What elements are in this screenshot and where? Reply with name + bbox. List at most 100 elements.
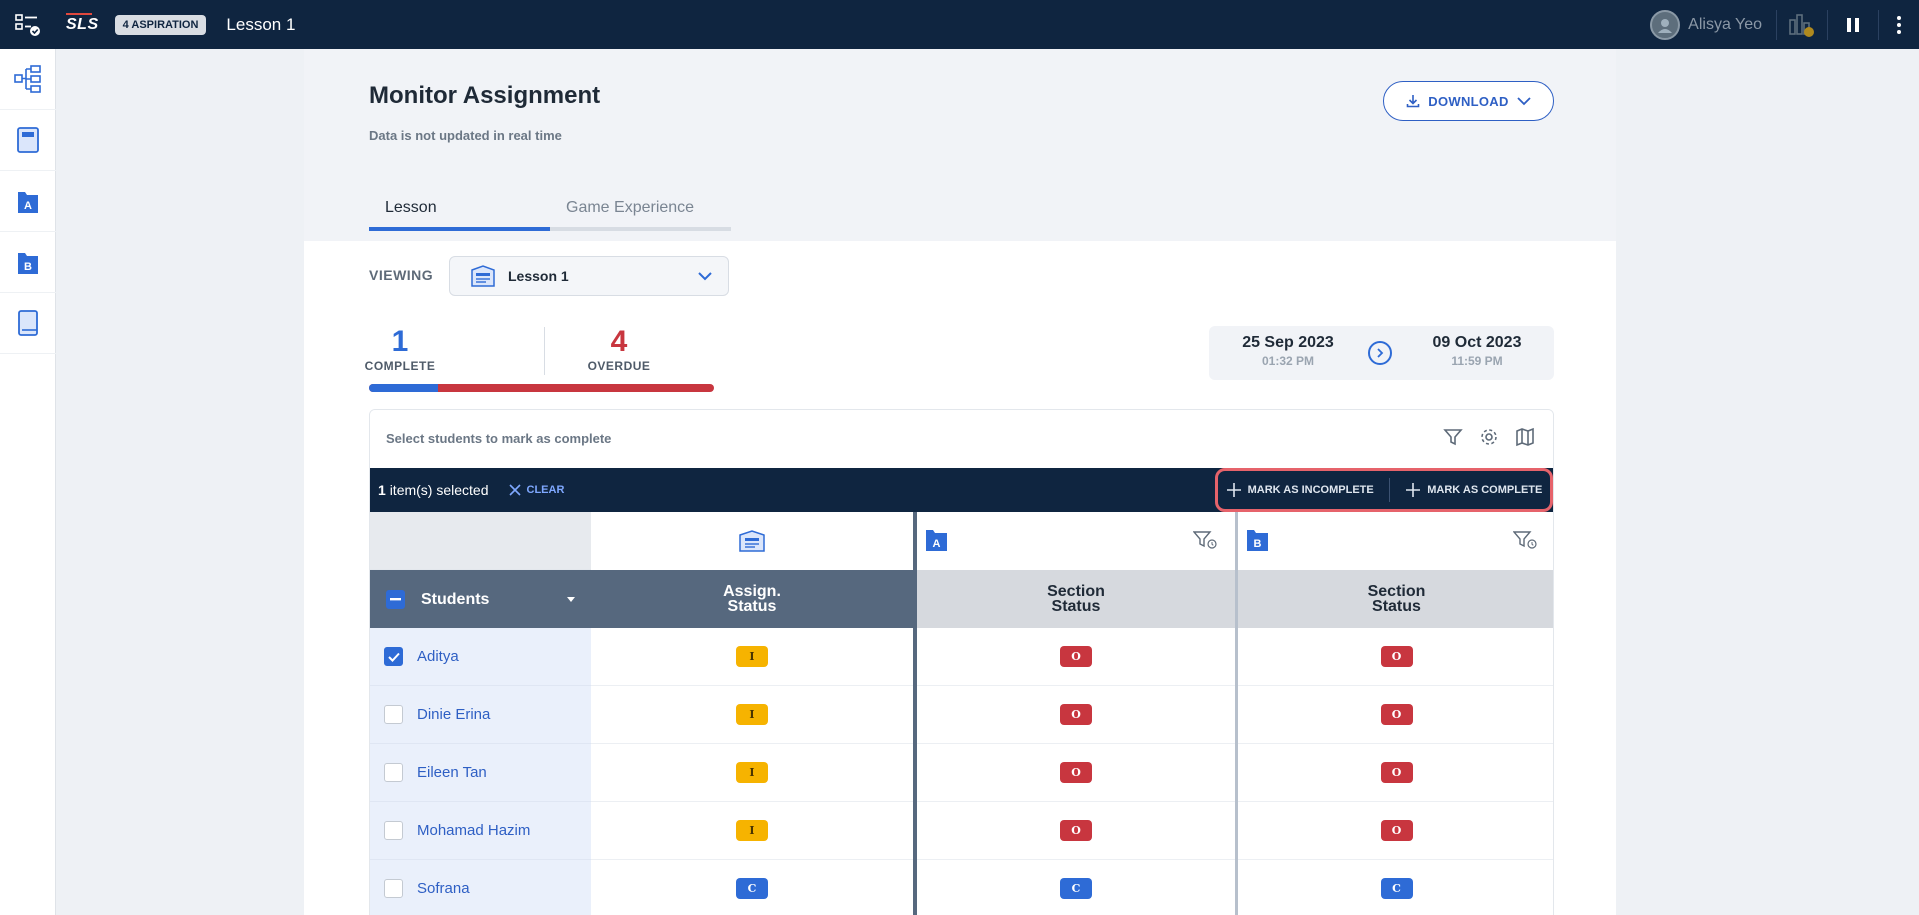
mark-incomplete-button[interactable]: MARK AS INCOMPLETE bbox=[1226, 482, 1374, 498]
status-cell: O bbox=[917, 686, 1235, 744]
status-badge[interactable]: O bbox=[1380, 704, 1413, 725]
status-badge[interactable]: O bbox=[1380, 762, 1413, 783]
map-icon[interactable] bbox=[1515, 427, 1535, 447]
svg-text:A: A bbox=[24, 200, 32, 212]
table-row[interactable]: Aditya bbox=[370, 628, 591, 686]
tab-game-experience[interactable]: Game Experience bbox=[550, 189, 731, 231]
status-cell: O bbox=[917, 802, 1235, 860]
status-badge[interactable]: I bbox=[736, 646, 768, 667]
row-checkbox[interactable] bbox=[384, 821, 403, 840]
status-cell: C bbox=[1238, 860, 1553, 915]
status-badge[interactable]: C bbox=[1060, 878, 1092, 899]
status-badge[interactable]: I bbox=[736, 704, 768, 725]
date-range: 25 Sep 2023 01:32 PM 09 Oct 2023 11:59 P… bbox=[1209, 326, 1554, 380]
viewing-select[interactable]: Lesson 1 bbox=[449, 256, 729, 296]
svg-text:A: A bbox=[933, 538, 941, 550]
table-row[interactable]: Mohamad Hazim bbox=[370, 802, 591, 860]
sidebar-item-section-b[interactable]: B bbox=[0, 232, 56, 293]
status-cell: O bbox=[1238, 744, 1553, 802]
status-cell: C bbox=[917, 860, 1235, 915]
student-name[interactable]: Dinie Erina bbox=[417, 706, 490, 723]
row-checkbox[interactable] bbox=[384, 879, 403, 898]
filter-icon[interactable] bbox=[1193, 530, 1217, 550]
overdue-stat: 4 OVERDUE bbox=[554, 325, 684, 373]
task-list-icon[interactable] bbox=[0, 0, 56, 49]
download-button[interactable]: DOWNLOAD bbox=[1383, 81, 1554, 121]
select-all-checkbox[interactable] bbox=[386, 589, 405, 609]
filter-icon[interactable] bbox=[1443, 427, 1463, 447]
table-row[interactable]: Eileen Tan bbox=[370, 744, 591, 802]
gear-icon[interactable] bbox=[1479, 427, 1499, 447]
more-options-icon[interactable] bbox=[1879, 0, 1919, 49]
sort-down-icon[interactable] bbox=[567, 597, 575, 603]
end-time-value: 11:59 PM bbox=[1451, 354, 1503, 368]
arrow-right-icon bbox=[1368, 341, 1392, 365]
section-a-status-header[interactable]: Section Status bbox=[917, 570, 1235, 628]
status-badge[interactable]: O bbox=[1380, 646, 1413, 667]
section-a-icon-row: A bbox=[917, 512, 1235, 570]
status-cell: O bbox=[1238, 628, 1553, 686]
status-badge[interactable]: O bbox=[1060, 762, 1092, 783]
row-checkbox[interactable] bbox=[384, 647, 403, 666]
student-name[interactable]: Aditya bbox=[417, 648, 459, 665]
status-badge[interactable]: C bbox=[736, 878, 768, 899]
status-badge[interactable]: O bbox=[1380, 820, 1413, 841]
students-header[interactable]: Students bbox=[370, 570, 591, 628]
table-row[interactable]: Dinie Erina bbox=[370, 686, 591, 744]
close-icon bbox=[508, 484, 521, 496]
user-name[interactable]: Alisya Yeo bbox=[1688, 16, 1762, 34]
sidebar-item-notebook[interactable] bbox=[0, 110, 56, 171]
completion-progress-bar bbox=[369, 384, 714, 392]
student-name[interactable]: Eileen Tan bbox=[417, 764, 487, 781]
chevron-down-icon bbox=[698, 272, 712, 281]
panel-header: Monitor Assignment Data is not updated i… bbox=[304, 49, 1616, 241]
mark-complete-button[interactable]: MARK AS COMPLETE bbox=[1405, 482, 1542, 498]
status-cell: I bbox=[591, 744, 913, 802]
top-bar: SLS 4 ASPIRATION Lesson 1 Alisya Yeo bbox=[0, 0, 1919, 49]
status-badge[interactable]: C bbox=[1380, 878, 1413, 899]
status-badge[interactable]: I bbox=[736, 820, 768, 841]
section-b-status-header[interactable]: Section Status bbox=[1238, 570, 1553, 628]
table-row[interactable]: Sofrana bbox=[370, 860, 591, 915]
sls-logo[interactable]: SLS bbox=[66, 12, 99, 34]
selection-bar: 1 item(s) selected CLEAR MARK AS INCOMPL… bbox=[370, 468, 1553, 512]
filter-icon[interactable] bbox=[1513, 530, 1537, 550]
student-name[interactable]: Sofrana bbox=[417, 880, 470, 897]
viewing-label: VIEWING bbox=[369, 267, 434, 283]
status-badge[interactable]: I bbox=[736, 762, 768, 783]
sidebar-item-section-a[interactable]: A bbox=[0, 171, 56, 232]
completion-progress-fill bbox=[369, 384, 438, 392]
section-a-column: A Section Status O O O O C bbox=[917, 512, 1235, 915]
divider bbox=[1388, 478, 1390, 502]
overdue-count: 4 bbox=[610, 325, 628, 358]
students-header-label: Students bbox=[421, 590, 490, 608]
pause-icon[interactable] bbox=[1828, 0, 1878, 49]
end-date-value: 09 Oct 2023 bbox=[1432, 334, 1522, 351]
student-name[interactable]: Mohamad Hazim bbox=[417, 822, 530, 839]
svg-text:B: B bbox=[24, 261, 32, 273]
status-badge[interactable]: O bbox=[1060, 820, 1092, 841]
avatar[interactable] bbox=[1650, 9, 1681, 40]
selection-count: 1 item(s) selected bbox=[378, 482, 489, 498]
row-checkbox[interactable] bbox=[384, 763, 403, 782]
status-cell: O bbox=[1238, 686, 1553, 744]
stat-divider bbox=[544, 327, 545, 375]
assignment-icon-row bbox=[591, 512, 913, 570]
status-badge[interactable]: O bbox=[1060, 704, 1092, 725]
tab-lesson[interactable]: Lesson bbox=[369, 189, 550, 231]
page-title: Monitor Assignment bbox=[369, 82, 601, 109]
leaderboard-icon[interactable] bbox=[1777, 0, 1827, 49]
sidebar-item-book[interactable] bbox=[0, 293, 56, 354]
row-checkbox[interactable] bbox=[384, 705, 403, 724]
student-table: Select students to mark as complete 1 it… bbox=[369, 409, 1554, 915]
sidebar-item-lesson-map[interactable] bbox=[0, 49, 56, 110]
clear-button[interactable]: CLEAR bbox=[508, 484, 564, 496]
download-label: DOWNLOAD bbox=[1428, 93, 1509, 109]
status-badge[interactable]: O bbox=[1060, 646, 1092, 667]
assign-status-header[interactable]: Assign. Status bbox=[591, 570, 913, 628]
plus-icon bbox=[1226, 483, 1241, 497]
plus-icon bbox=[1406, 483, 1421, 497]
lesson-icon bbox=[471, 265, 495, 287]
status-cell: I bbox=[591, 802, 913, 860]
start-date: 25 Sep 2023 01:32 PM bbox=[1223, 334, 1353, 368]
